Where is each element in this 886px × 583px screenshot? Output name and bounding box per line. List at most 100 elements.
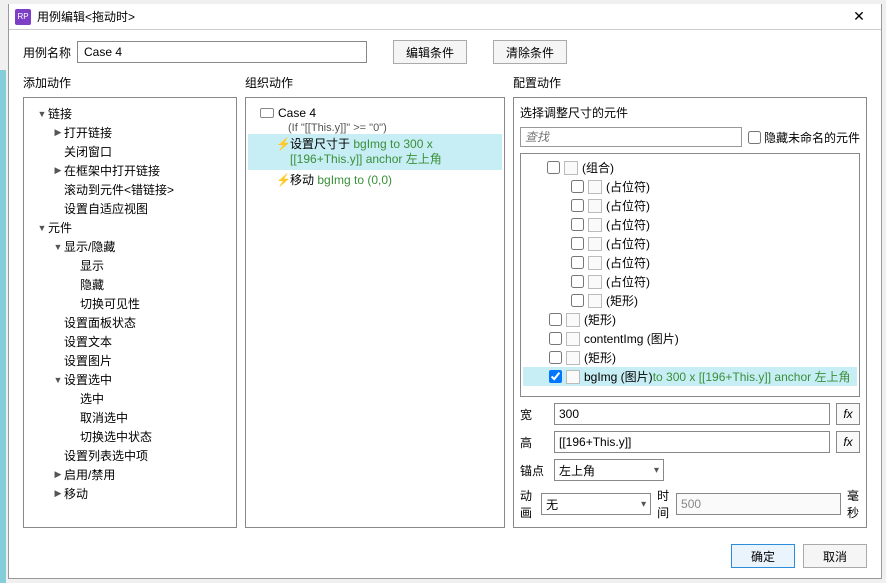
anchor-select[interactable]: 左上角 (554, 459, 664, 481)
widget-tree-item[interactable]: bgImg (图片) to 300 x [[196+This.y]] ancho… (523, 367, 857, 386)
widget-checkbox[interactable] (549, 332, 562, 345)
tree-item[interactable]: 在框架中打开链接 (26, 161, 234, 180)
tree-item[interactable]: 设置图片 (26, 351, 234, 370)
clear-condition-button[interactable]: 清除条件 (493, 40, 567, 64)
tree-item-label: 元件 (48, 219, 72, 236)
hide-unnamed-checkbox[interactable]: 隐藏未命名的元件 (748, 129, 860, 146)
widget-tree[interactable]: (组合)(占位符)(占位符)(占位符)(占位符)(占位符)(占位符)(矩形)(矩… (520, 153, 860, 397)
chevron-right-icon[interactable] (52, 165, 64, 176)
case-icon (260, 108, 274, 118)
case-condition: (If "[[This.y]]" >= "0") (248, 122, 502, 134)
widget-label: (矩形) (606, 292, 638, 309)
width-fx-button[interactable]: fx (836, 403, 860, 425)
widget-checkbox[interactable] (571, 180, 584, 193)
animation-select[interactable]: 无 (541, 493, 651, 515)
chevron-down-icon[interactable] (36, 223, 48, 233)
bolt-icon: ⚡ (276, 173, 290, 188)
actions-tree[interactable]: 链接打开链接关闭窗口在框架中打开链接滚动到元件<错链接>设置自适应视图元件显示/… (23, 97, 237, 528)
tree-item[interactable]: 设置列表选中项 (26, 446, 234, 465)
search-input[interactable] (520, 127, 742, 147)
tree-item[interactable]: 启用/禁用 (26, 465, 234, 484)
add-action-column: 添加动作 链接打开链接关闭窗口在框架中打开链接滚动到元件<错链接>设置自适应视图… (23, 72, 237, 528)
height-input[interactable] (554, 431, 830, 453)
tree-item[interactable]: 设置自适应视图 (26, 199, 234, 218)
widget-label: (组合) (582, 159, 614, 176)
cancel-button[interactable]: 取消 (803, 544, 867, 568)
action-move[interactable]: ⚡ 移动 bgImg to (0,0) (248, 170, 502, 191)
tree-item[interactable]: 移动 (26, 484, 234, 503)
widget-label: (占位符) (606, 273, 650, 290)
tree-item[interactable]: 切换可见性 (26, 294, 234, 313)
tree-item[interactable]: 设置面板状态 (26, 313, 234, 332)
tree-item[interactable]: 设置文本 (26, 332, 234, 351)
widget-tree-item[interactable]: (占位符) (523, 215, 857, 234)
width-input[interactable] (554, 403, 830, 425)
tree-item[interactable]: 显示/隐藏 (26, 237, 234, 256)
widget-icon (564, 161, 578, 175)
tree-item-label: 选中 (80, 390, 104, 407)
widget-checkbox[interactable] (571, 237, 584, 250)
tree-item-label: 切换可见性 (80, 295, 140, 312)
time-input (676, 493, 841, 515)
tree-item[interactable]: 元件 (26, 218, 234, 237)
chevron-right-icon[interactable] (52, 469, 64, 480)
widget-checkbox[interactable] (549, 313, 562, 326)
widget-action-text: to 300 x [[196+This.y]] anchor 左上角 (653, 368, 851, 385)
tree-item[interactable]: 链接 (26, 104, 234, 123)
case-name-row: 用例名称 编辑条件 清除条件 (9, 30, 881, 72)
tree-item[interactable]: 打开链接 (26, 123, 234, 142)
action-set-size[interactable]: ⚡ 设置尺寸于 bgImg to 300 x [[196+This.y]] an… (248, 134, 502, 170)
ok-button[interactable]: 确定 (731, 544, 795, 568)
tree-item-label: 显示 (80, 257, 104, 274)
tree-item-label: 设置图片 (64, 352, 112, 369)
case-item[interactable]: Case 4 (248, 104, 502, 122)
widget-checkbox[interactable] (547, 161, 560, 174)
widget-tree-item[interactable]: (占位符) (523, 272, 857, 291)
tree-item[interactable]: 切换选中状态 (26, 427, 234, 446)
close-icon[interactable]: ✕ (843, 6, 875, 28)
titlebar: RP 用例编辑<拖动时> ✕ (9, 4, 881, 30)
widget-tree-item[interactable]: (占位符) (523, 253, 857, 272)
widget-tree-item[interactable]: contentImg (图片) (523, 329, 857, 348)
widget-checkbox[interactable] (571, 275, 584, 288)
widget-tree-item[interactable]: (矩形) (523, 348, 857, 367)
chevron-down-icon[interactable] (36, 109, 48, 119)
widget-checkbox[interactable] (571, 199, 584, 212)
chevron-right-icon[interactable] (52, 488, 64, 499)
widget-checkbox[interactable] (549, 370, 562, 383)
tree-item[interactable]: 关闭窗口 (26, 142, 234, 161)
add-action-header: 添加动作 (23, 72, 237, 97)
case-list[interactable]: Case 4 (If "[[This.y]]" >= "0") ⚡ 设置尺寸于 … (245, 97, 505, 528)
widget-tree-item[interactable]: (占位符) (523, 177, 857, 196)
tree-item[interactable]: 隐藏 (26, 275, 234, 294)
edit-condition-button[interactable]: 编辑条件 (393, 40, 467, 64)
widget-icon (588, 180, 602, 194)
widget-tree-item[interactable]: (矩形) (523, 310, 857, 329)
height-fx-button[interactable]: fx (836, 431, 860, 453)
configure-section-title: 选择调整尺寸的元件 (520, 104, 860, 121)
tree-item[interactable]: 显示 (26, 256, 234, 275)
tree-item[interactable]: 取消选中 (26, 408, 234, 427)
widget-tree-item[interactable]: (矩形) (523, 291, 857, 310)
tree-item-label: 隐藏 (80, 276, 104, 293)
case-name-input[interactable] (77, 41, 367, 63)
chevron-right-icon[interactable] (52, 127, 64, 138)
tree-item[interactable]: 滚动到元件<错链接> (26, 180, 234, 199)
chevron-down-icon[interactable] (52, 375, 64, 385)
tree-item-label: 设置选中 (64, 371, 112, 388)
widget-icon (588, 256, 602, 270)
widget-icon (566, 313, 580, 327)
widget-tree-item[interactable]: (占位符) (523, 234, 857, 253)
widget-checkbox[interactable] (549, 351, 562, 364)
widget-checkbox[interactable] (571, 256, 584, 269)
widget-tree-item[interactable]: (占位符) (523, 196, 857, 215)
tree-item[interactable]: 设置选中 (26, 370, 234, 389)
tree-item[interactable]: 选中 (26, 389, 234, 408)
widget-label: (占位符) (606, 216, 650, 233)
configure-panel: 选择调整尺寸的元件 隐藏未命名的元件 (组合)(占位符)(占位符)(占位符)(占… (513, 97, 867, 528)
widget-label: (矩形) (584, 349, 616, 366)
widget-checkbox[interactable] (571, 294, 584, 307)
chevron-down-icon[interactable] (52, 242, 64, 252)
widget-tree-item[interactable]: (组合) (523, 158, 857, 177)
widget-checkbox[interactable] (571, 218, 584, 231)
